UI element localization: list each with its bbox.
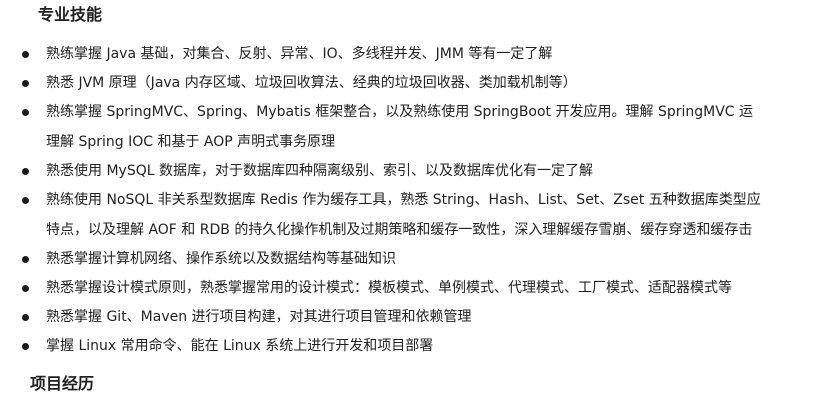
skill-item-text: 熟悉掌握计算机网络、操作系统以及数据结构等基础知识 xyxy=(46,251,396,267)
skill-item-text-continued: 理解 Spring IOC 和基于 AOP 声明式事务原理 xyxy=(46,134,336,150)
section-title-projects: 项目经历 xyxy=(30,374,95,393)
skill-item-git-maven: 熟悉掌握 Git、Maven 进行项目构建，对其进行项目管理和依赖管理 xyxy=(0,307,828,327)
bullet-icon xyxy=(22,343,29,350)
skill-item-mysql: 熟悉使用 MySQL 数据库，对于数据库四种隔离级别、索引、以及数据库优化有一定… xyxy=(0,161,828,181)
skill-item-text: 熟练使用 NoSQL 非关系型数据库 Redis 作为缓存工具，熟悉 Strin… xyxy=(46,192,761,208)
skill-item-text: 熟练掌握 Java 基础，对集合、反射、异常、IO、多线程并发、JMM 等有一定… xyxy=(46,46,553,62)
bullet-icon xyxy=(22,197,29,204)
bullet-icon xyxy=(22,168,29,175)
section-title-skills: 专业技能 xyxy=(38,5,103,24)
skill-item-design-patterns: 熟悉掌握设计模式原则，熟悉掌握常用的设计模式：模板模式、单例模式、代理模式、工厂… xyxy=(0,278,828,298)
skill-item-text: 熟悉掌握设计模式原则，熟悉掌握常用的设计模式：模板模式、单例模式、代理模式、工厂… xyxy=(46,280,732,296)
skill-item-jvm: 熟悉 JVM 原理（Java 内存区域、垃圾回收算法、经典的垃圾回收器、类加载机… xyxy=(0,73,828,93)
skill-item-text: 熟悉掌握 Git、Maven 进行项目构建，对其进行项目管理和依赖管理 xyxy=(46,309,472,325)
skill-item-java-basics: 熟练掌握 Java 基础，对集合、反射、异常、IO、多线程并发、JMM 等有一定… xyxy=(0,44,828,64)
skill-item-spring: 熟练掌握 SpringMVC、Spring、Mybatis 框架整合，以及熟练使… xyxy=(0,102,828,152)
bullet-icon xyxy=(22,51,29,58)
bullet-icon xyxy=(22,109,29,116)
skill-item-text: 掌握 Linux 常用命令、能在 Linux 系统上进行开发和项目部署 xyxy=(46,338,434,354)
bullet-icon xyxy=(22,80,29,87)
skill-item-text: 熟悉使用 MySQL 数据库，对于数据库四种隔离级别、索引、以及数据库优化有一定… xyxy=(46,163,593,179)
bullet-icon xyxy=(22,314,29,321)
bullet-icon xyxy=(22,256,29,263)
skill-item-text-continued: 特点，以及理解 AOF 和 RDB 的持久化操作机制及过期策略和缓存一致性，深入… xyxy=(46,222,753,238)
skill-item-redis: 熟练使用 NoSQL 非关系型数据库 Redis 作为缓存工具，熟悉 Strin… xyxy=(0,190,828,240)
skill-item-text: 熟悉 JVM 原理（Java 内存区域、垃圾回收算法、经典的垃圾回收器、类加载机… xyxy=(46,75,577,91)
skill-item-cs-fundamentals: 熟悉掌握计算机网络、操作系统以及数据结构等基础知识 xyxy=(0,249,828,269)
skill-item-linux: 掌握 Linux 常用命令、能在 Linux 系统上进行开发和项目部署 xyxy=(0,336,828,356)
skills-list: 熟练掌握 Java 基础，对集合、反射、异常、IO、多线程并发、JMM 等有一定… xyxy=(0,44,828,365)
skill-item-text: 熟练掌握 SpringMVC、Spring、Mybatis 框架整合，以及熟练使… xyxy=(46,104,754,120)
bullet-icon xyxy=(22,285,29,292)
